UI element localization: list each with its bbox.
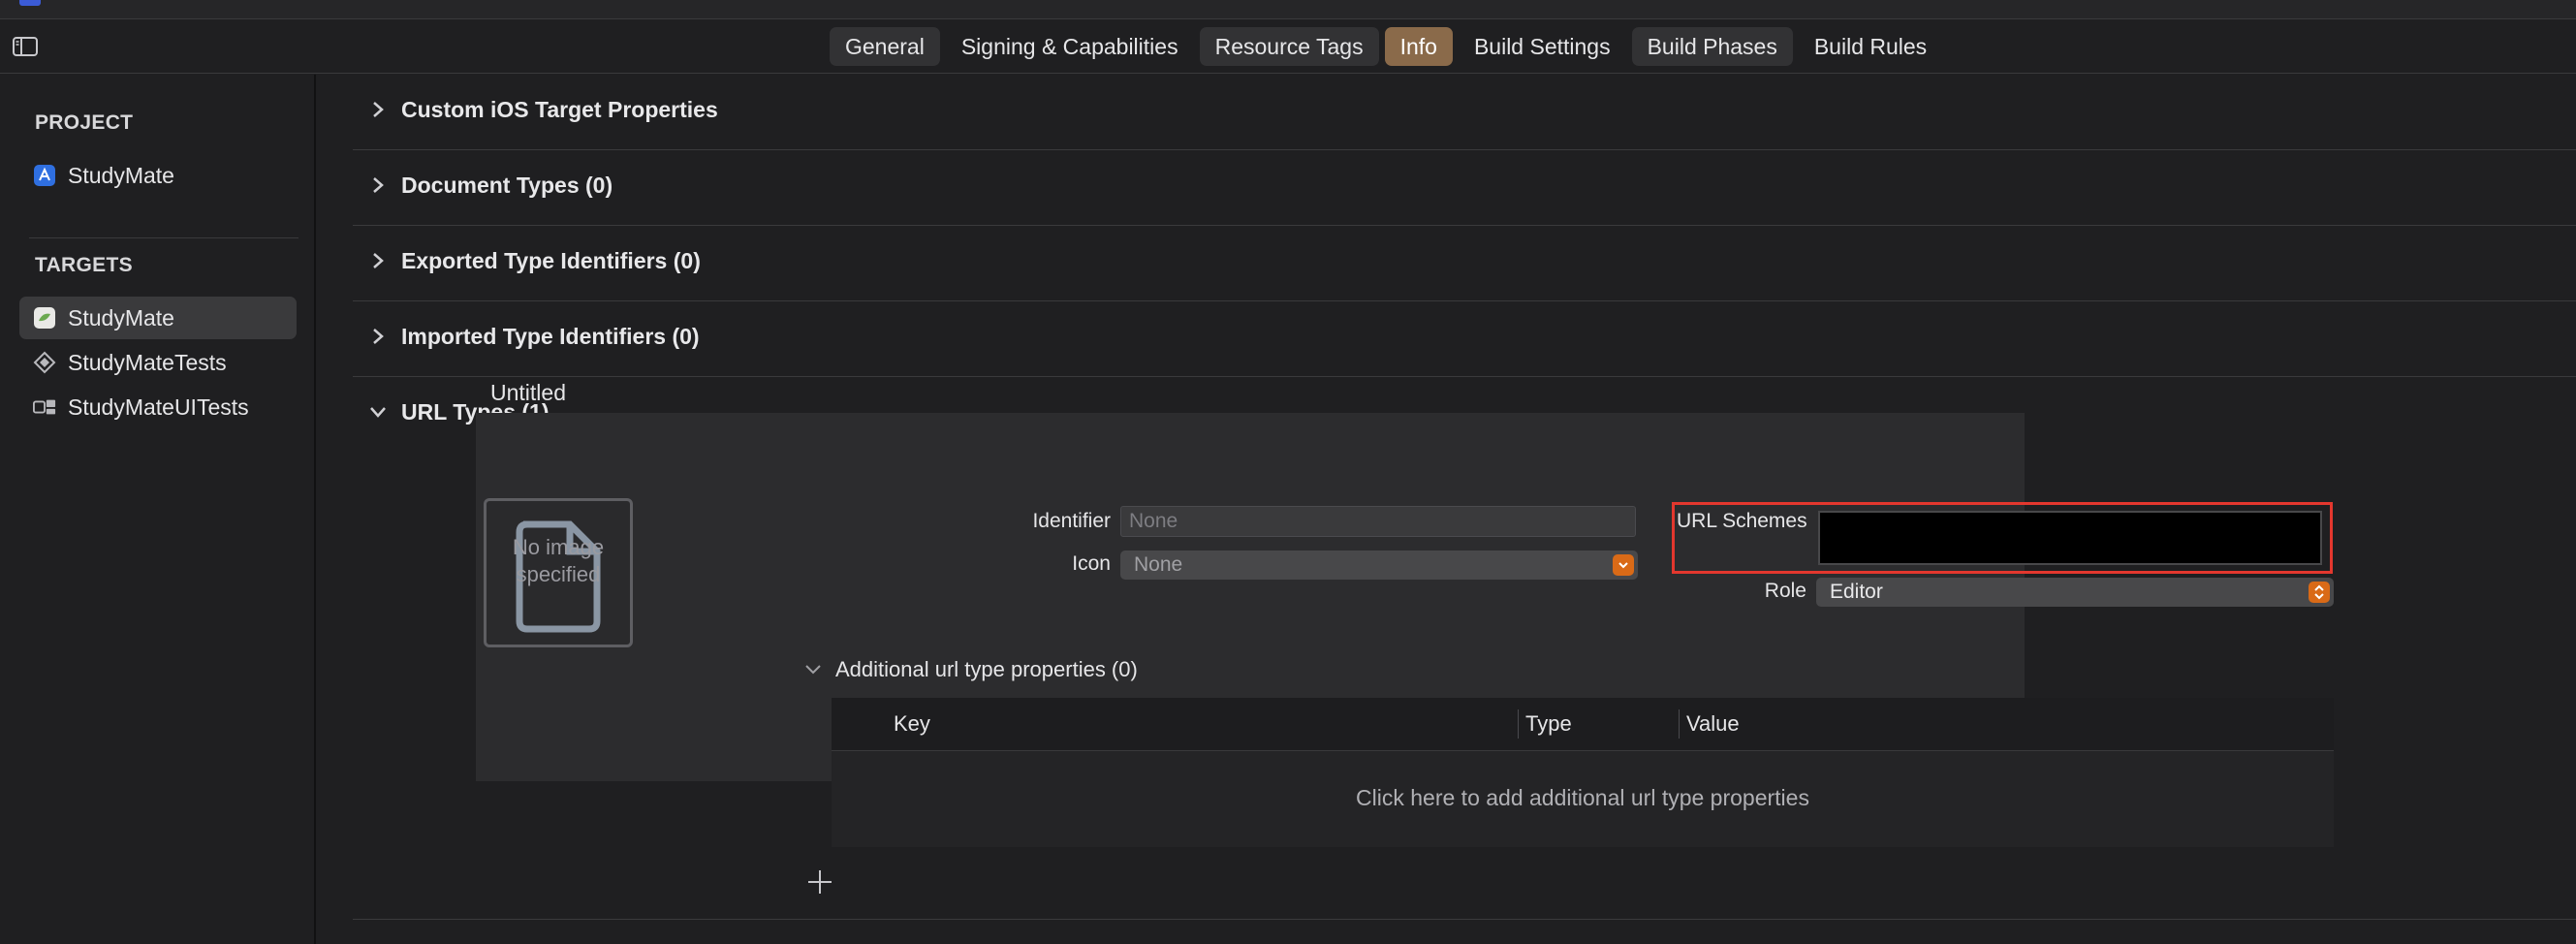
- icon-popup[interactable]: None: [1120, 551, 1638, 580]
- chevron-right-icon: [373, 253, 384, 268]
- identifier-field[interactable]: None: [1120, 506, 1636, 537]
- chevron-down-icon: [370, 407, 386, 418]
- sidebar-item-label: StudyMateUITests: [68, 393, 249, 420]
- sidebar-item-project[interactable]: StudyMate: [19, 154, 297, 197]
- section-imported-type-identifiers[interactable]: Imported Type Identifiers (0): [353, 301, 2576, 377]
- project-icon: [33, 164, 56, 187]
- sidebar-item-label: StudyMateTests: [68, 349, 227, 375]
- chevron-right-icon: [373, 177, 384, 193]
- table-header: Key Type Value: [832, 698, 2334, 751]
- target-tabs: General Signing & Capabilities Resource …: [830, 27, 1942, 66]
- tab-build-phases[interactable]: Build Phases: [1631, 27, 1793, 66]
- chevron-right-icon: [373, 329, 384, 344]
- tab-build-settings[interactable]: Build Settings: [1459, 27, 1626, 66]
- app-icon: [19, 0, 41, 6]
- project-navigator-sidebar: PROJECT StudyMate TARGETS StudyMate Stud…: [0, 75, 316, 944]
- role-popup[interactable]: Editor: [1816, 578, 2334, 607]
- window-top-strip: [0, 0, 2576, 19]
- tab-info[interactable]: Info: [1384, 27, 1453, 66]
- identifier-label: Identifier: [1032, 510, 1111, 532]
- column-separator: [1679, 709, 1680, 739]
- section-document-types[interactable]: Document Types (0): [353, 150, 2576, 226]
- section-exported-type-identifiers[interactable]: Exported Type Identifiers (0): [353, 226, 2576, 301]
- icon-popup-value: None: [1134, 553, 1183, 576]
- test-target-icon: [33, 351, 56, 374]
- tab-signing-capabilities[interactable]: Signing & Capabilities: [946, 27, 1194, 66]
- sidebar-item-target-studymate[interactable]: StudyMate: [19, 297, 297, 339]
- sidebar-divider: [29, 237, 298, 238]
- tab-general[interactable]: General: [830, 27, 940, 66]
- add-url-type-button[interactable]: [804, 866, 835, 897]
- add-property-placeholder[interactable]: Click here to add additional url type pr…: [832, 785, 2334, 811]
- additional-properties-table: Key Type Value Click here to add additio…: [832, 698, 2334, 847]
- column-header-key[interactable]: Key: [894, 711, 930, 737]
- url-type-image-well[interactable]: No image specified: [484, 498, 633, 647]
- sidebar-item-target-studymateuitests[interactable]: StudyMateUITests: [19, 386, 297, 428]
- up-down-chevron-icon: [2309, 582, 2330, 603]
- url-schemes-field[interactable]: [1818, 511, 2322, 565]
- icon-label: Icon: [1072, 552, 1111, 575]
- tab-build-rules[interactable]: Build Rules: [1799, 27, 1942, 66]
- column-separator: [1518, 709, 1519, 739]
- additional-properties-toggle[interactable]: Additional url type properties (0): [804, 655, 1138, 684]
- app-target-icon: [33, 306, 56, 330]
- column-header-type[interactable]: Type: [1525, 711, 1572, 737]
- section-label: Custom iOS Target Properties: [401, 97, 718, 122]
- url-type-title: Untitled: [490, 380, 566, 405]
- project-section-title: PROJECT: [35, 111, 134, 134]
- section-divider: [353, 919, 2576, 920]
- editor-tab-bar: General Signing & Capabilities Resource …: [0, 19, 2576, 74]
- plus-icon: [808, 870, 832, 894]
- column-header-value[interactable]: Value: [1686, 711, 1740, 737]
- role-label: Role: [1764, 580, 1806, 602]
- chevron-down-icon: [805, 665, 821, 675]
- additional-properties-label: Additional url type properties (0): [835, 657, 1138, 681]
- ui-test-target-icon: [33, 395, 56, 419]
- targets-section-title: TARGETS: [35, 254, 133, 276]
- url-schemes-label: URL Schemes: [1677, 510, 1807, 532]
- section-label: Exported Type Identifiers (0): [401, 248, 701, 273]
- sidebar-toggle-icon[interactable]: [12, 35, 39, 58]
- sidebar-item-label: StudyMate: [68, 162, 174, 188]
- section-custom-ios-target-properties[interactable]: Custom iOS Target Properties: [353, 75, 2576, 150]
- no-image-text: No image specified: [512, 535, 605, 586]
- chevron-right-icon: [373, 102, 384, 117]
- role-popup-value: Editor: [1830, 581, 1883, 603]
- sidebar-item-target-studymatetests[interactable]: StudyMateTests: [19, 341, 297, 384]
- chevron-down-icon: [1613, 554, 1634, 576]
- section-label: Imported Type Identifiers (0): [401, 324, 700, 349]
- section-label: Document Types (0): [401, 173, 613, 198]
- sidebar-item-label: StudyMate: [68, 304, 174, 330]
- tab-resource-tags[interactable]: Resource Tags: [1199, 27, 1379, 66]
